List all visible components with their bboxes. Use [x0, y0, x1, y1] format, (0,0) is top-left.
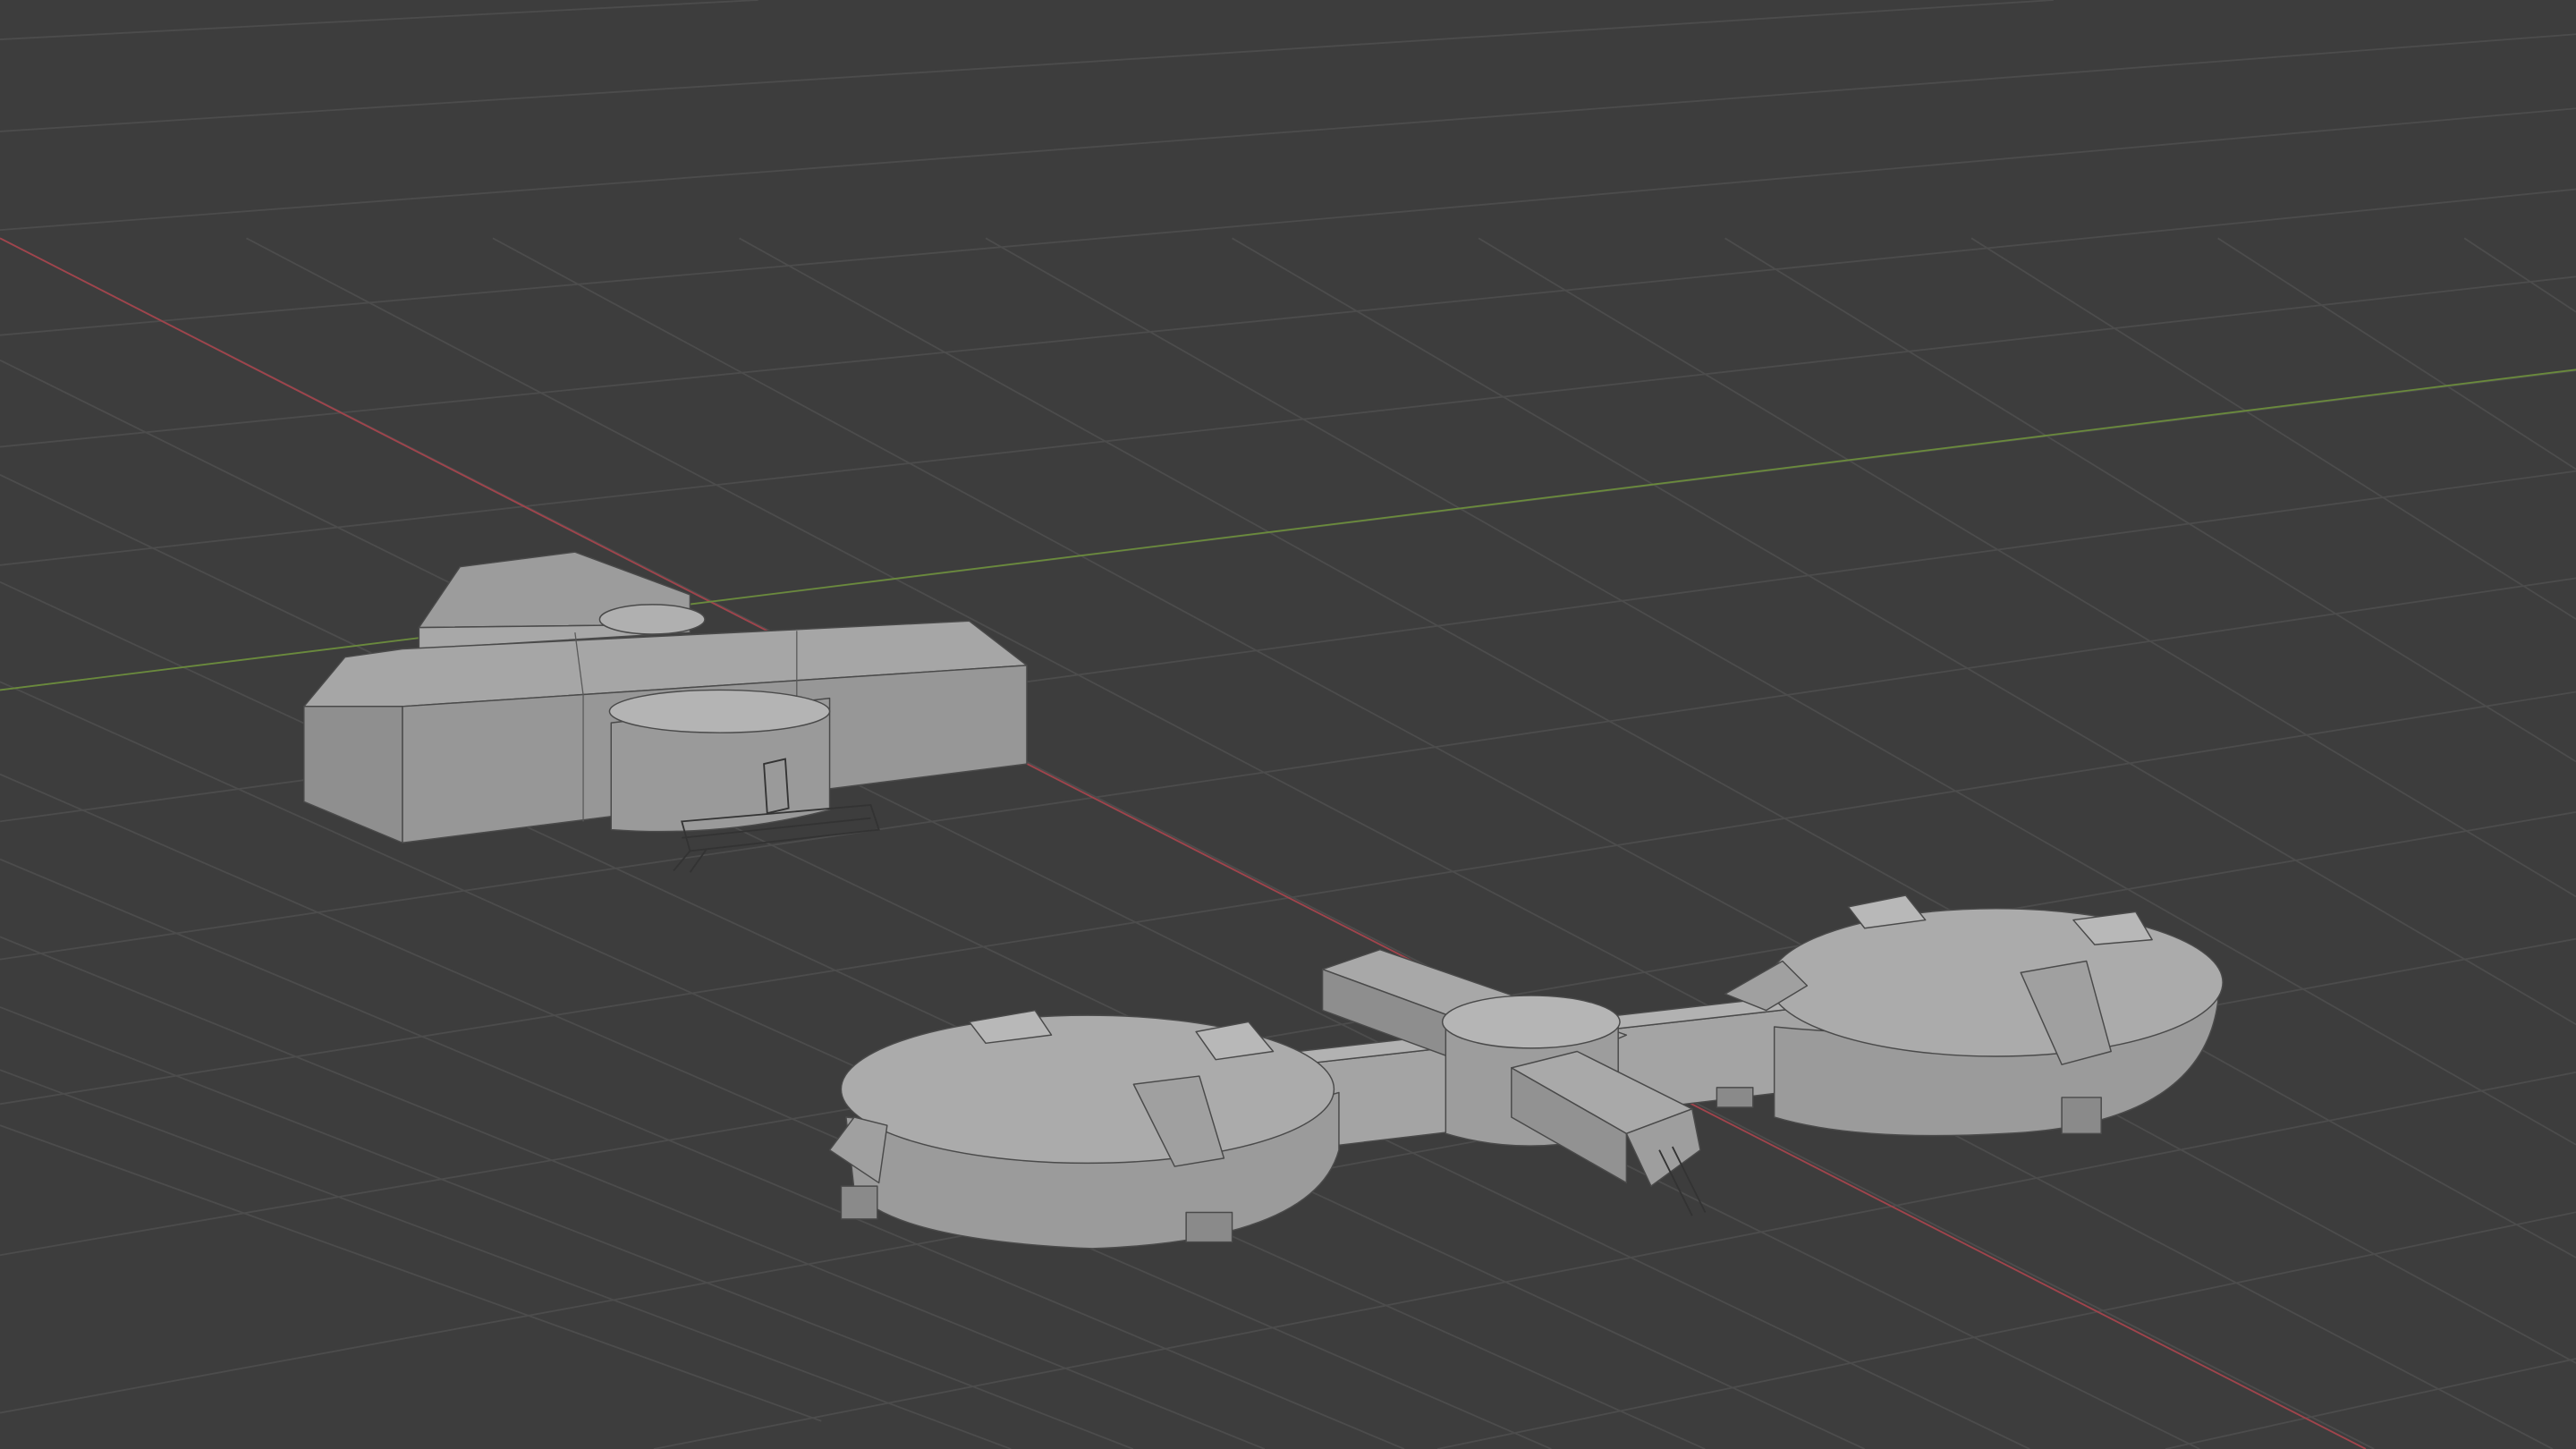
- grid-line: [0, 0, 758, 40]
- roof-dome: [598, 604, 706, 635]
- right-dome: [1716, 894, 2224, 1137]
- grid-line: [0, 0, 2054, 132]
- y-axis-line: [0, 369, 2576, 691]
- 3d-viewport[interactable]: [0, 0, 2576, 1449]
- x-axis-line: [0, 237, 2367, 1449]
- grid-line: [2165, 1358, 2576, 1449]
- grid-line: [1724, 237, 2576, 763]
- building-twin-dome-mesh[interactable]: [828, 894, 2224, 1250]
- grid-line: [0, 275, 2576, 566]
- grid-line: [246, 237, 2554, 1449]
- left-dome: [828, 1009, 1340, 1250]
- grid-line: [0, 188, 2576, 448]
- grid-line: [1478, 237, 2576, 898]
- grid-line: [0, 33, 2576, 232]
- grid-line: [1970, 237, 2576, 620]
- grid-line: [2463, 237, 2576, 313]
- grid-line: [0, 1124, 822, 1422]
- grid-line: [0, 473, 2030, 1449]
- grid-line: [0, 107, 2576, 336]
- grid-line: [2217, 237, 2576, 470]
